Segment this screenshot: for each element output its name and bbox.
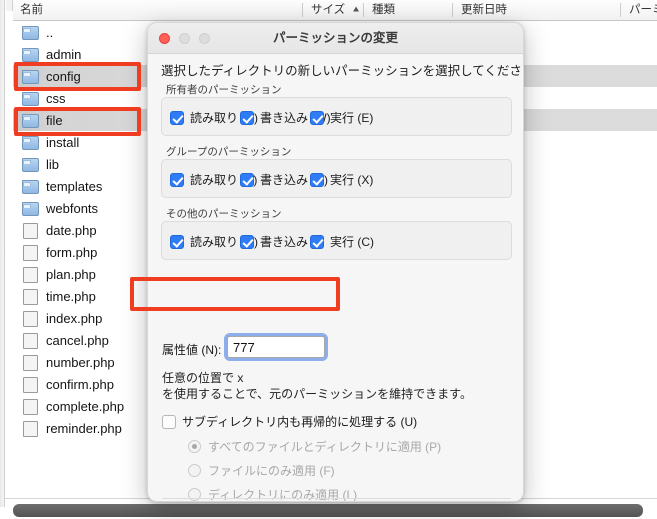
permission-checkbox-row[interactable]: 実行 (C) bbox=[310, 233, 374, 250]
column-header-bar: 名前 サイズ ▲ 種類 更新日時 パーミッ bbox=[13, 0, 657, 21]
annotation-file-row-highlight bbox=[14, 107, 141, 136]
column-header-label: 名前 bbox=[20, 4, 43, 16]
folder-icon bbox=[22, 135, 39, 150]
column-header-2[interactable]: 種類 bbox=[372, 0, 395, 20]
file-name: index.php bbox=[46, 310, 103, 326]
recursive-option-row: ファイルにのみ適用 (F) bbox=[188, 462, 335, 479]
file-name: lib bbox=[46, 156, 60, 172]
file-name: webfonts bbox=[46, 200, 99, 216]
permission-checkbox[interactable] bbox=[170, 234, 184, 249]
permission-checkbox[interactable] bbox=[240, 172, 254, 187]
permission-group-label: 所有者のパーミッション bbox=[166, 84, 282, 96]
permission-checkbox-label: 実行 (E) bbox=[330, 111, 374, 125]
folder-icon bbox=[22, 157, 39, 172]
folder-icon bbox=[22, 179, 39, 194]
document-icon bbox=[22, 421, 38, 437]
permission-group-label: グループのパーミッション bbox=[166, 146, 292, 158]
file-name: reminder.php bbox=[46, 420, 122, 436]
permission-checkbox[interactable] bbox=[170, 172, 184, 187]
document-icon bbox=[22, 355, 38, 371]
screen: 名前サイズ▲種類更新日時パーミッ ..adminconfigcssfileins… bbox=[0, 0, 657, 519]
footer-divider bbox=[162, 498, 511, 499]
window-left-edge-inner bbox=[6, 0, 13, 11]
folder-icon bbox=[22, 201, 39, 216]
column-header-4[interactable]: パーミッ bbox=[629, 0, 657, 20]
document-icon bbox=[22, 245, 38, 261]
document-icon bbox=[22, 267, 38, 283]
column-divider[interactable] bbox=[363, 3, 364, 17]
dialog-prompt: 選択したディレクトリの新しいパーミッションを選択してください。 bbox=[161, 64, 524, 78]
recursive-option-row: すべてのファイルとディレクトリに適用 (P) bbox=[188, 438, 441, 455]
file-name: confirm.php bbox=[46, 376, 114, 392]
change-permissions-dialog: パーミッションの変更 選択したディレクトリの新しいパーミッションを選択してくださ… bbox=[147, 22, 524, 502]
recursive-option-radio bbox=[188, 488, 201, 501]
file-name: date.php bbox=[46, 222, 97, 238]
recursive-checkbox[interactable] bbox=[162, 414, 176, 429]
permission-checkbox-label: 実行 (C) bbox=[330, 235, 374, 249]
permission-checkbox[interactable] bbox=[240, 234, 254, 249]
column-divider[interactable] bbox=[452, 3, 453, 17]
column-header-label: パーミッ bbox=[629, 4, 657, 16]
folder-icon bbox=[22, 47, 39, 62]
permission-checkbox-row[interactable]: 実行 (E) bbox=[310, 109, 373, 126]
hint-line-2: を使用することで、元のパーミッションを維持できます。 bbox=[162, 387, 472, 401]
column-header-0[interactable]: 名前 bbox=[20, 0, 43, 20]
permission-checkbox[interactable] bbox=[310, 172, 324, 187]
recursive-option-row: ディレクトリにのみ適用 (L) bbox=[188, 486, 358, 502]
permission-checkbox[interactable] bbox=[310, 110, 324, 125]
column-header-1[interactable]: サイズ ▲ bbox=[311, 0, 361, 20]
recursive-option-label: ファイルにのみ適用 (F) bbox=[208, 464, 335, 478]
file-name: admin bbox=[46, 46, 82, 62]
recursive-option-label: ディレクトリにのみ適用 (L) bbox=[208, 488, 358, 502]
file-name: form.php bbox=[46, 244, 98, 260]
permission-checkbox-label: 実行 (X) bbox=[330, 173, 374, 187]
file-name: plan.php bbox=[46, 266, 96, 282]
hint-line-1: 任意の位置で x bbox=[162, 371, 244, 385]
horizontal-scrollbar[interactable] bbox=[13, 504, 643, 517]
permission-checkbox[interactable] bbox=[240, 110, 254, 125]
dialog-title: パーミッションの変更 bbox=[272, 31, 398, 45]
file-name: cancel.php bbox=[46, 332, 109, 348]
file-name: complete.php bbox=[46, 398, 125, 414]
file-name: install bbox=[46, 134, 80, 150]
column-divider[interactable] bbox=[620, 3, 621, 17]
column-header-3[interactable]: 更新日時 bbox=[461, 0, 507, 20]
sort-ascending-icon: ▲ bbox=[351, 4, 362, 15]
annotation-config-row-highlight bbox=[14, 62, 141, 91]
attribute-value-label: 属性値 (N): bbox=[162, 343, 222, 357]
recursive-option-label: すべてのファイルとディレクトリに適用 (P) bbox=[208, 440, 442, 454]
file-name: templates bbox=[46, 178, 103, 194]
folder-icon bbox=[22, 25, 39, 40]
column-divider[interactable] bbox=[302, 3, 303, 17]
file-name: time.php bbox=[46, 288, 96, 304]
document-icon bbox=[22, 399, 38, 415]
recursive-checkbox-row[interactable]: サブディレクトリ内も再帰的に処理する (U) bbox=[162, 413, 417, 430]
permission-checkbox-row[interactable]: 実行 (X) bbox=[310, 171, 373, 188]
column-header-label: サイズ bbox=[311, 4, 346, 16]
file-name: number.php bbox=[46, 354, 115, 370]
column-header-label: 更新日時 bbox=[461, 4, 507, 16]
file-name: .. bbox=[46, 24, 54, 40]
document-icon bbox=[22, 289, 38, 305]
permission-group-label: その他のパーミッション bbox=[166, 208, 282, 220]
recursive-option-radio bbox=[188, 440, 201, 453]
permission-checkbox[interactable] bbox=[310, 234, 324, 249]
document-icon bbox=[22, 333, 38, 349]
attribute-value-input[interactable] bbox=[227, 336, 325, 358]
annotation-attribute-field-highlight bbox=[130, 277, 340, 311]
recursive-option-radio bbox=[188, 464, 201, 477]
permission-checkbox[interactable] bbox=[170, 110, 184, 125]
recursive-label: サブディレクトリ内も再帰的に処理する (U) bbox=[182, 415, 418, 429]
dialog-titlebar: パーミッションの変更 bbox=[148, 23, 523, 54]
column-header-label: 種類 bbox=[372, 4, 395, 16]
file-name: css bbox=[46, 90, 66, 106]
window-left-edge bbox=[0, 0, 5, 507]
document-icon bbox=[22, 223, 38, 239]
document-icon bbox=[22, 311, 38, 327]
document-icon bbox=[22, 377, 38, 393]
folder-icon bbox=[22, 91, 39, 106]
